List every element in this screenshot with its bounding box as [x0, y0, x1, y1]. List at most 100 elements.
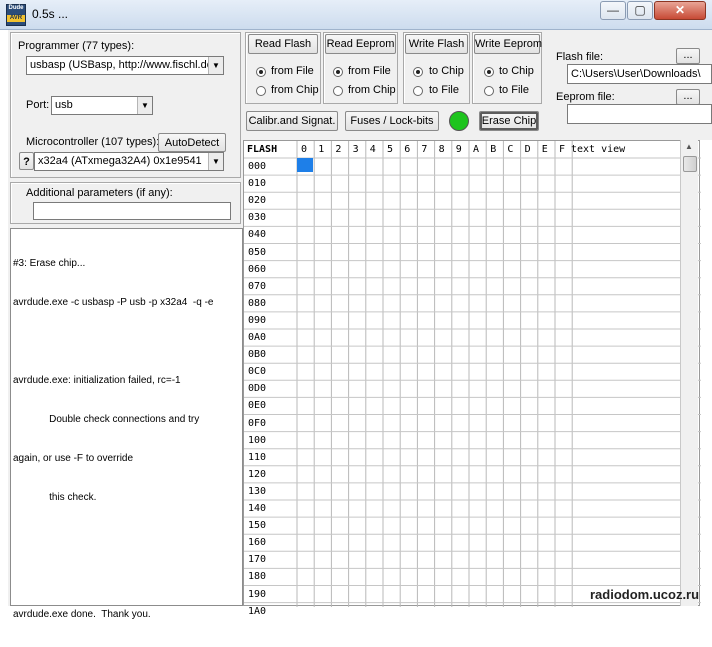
programmer-select[interactable]: usbasp (USBasp, http://www.fischl.de ▼ [26, 56, 224, 75]
erase-chip-button[interactable]: Erase Chip [479, 111, 539, 131]
log-line: avrdude.exe done. Thank you. [13, 609, 151, 620]
hex-row-header: 130 [248, 485, 267, 497]
write-flash-to-file-radio[interactable] [413, 86, 423, 96]
fuses-lockbits-button[interactable]: Fuses / Lock-bits [345, 111, 439, 131]
hex-row-header: 060 [248, 263, 267, 275]
write-eeprom-option-2: to File [499, 84, 529, 96]
log-line: #3: Erase chip... [13, 258, 86, 269]
port-label: Port: [26, 99, 50, 111]
hex-view[interactable]: FLASH 0123456789ABCDEF text view 000 010 0… [243, 140, 701, 617]
hex-row-header: 0A0 [248, 332, 267, 343]
write-flash-button[interactable]: Write Flash [405, 34, 468, 54]
write-flash-option-2: to File [429, 84, 459, 96]
calibration-signature-button[interactable]: Calibr.and Signat. [246, 111, 338, 131]
help-button[interactable]: ? [19, 152, 34, 170]
watermark-text: radiodom.ucoz.ru [590, 587, 700, 602]
write-eeprom-option-1: to Chip [499, 65, 534, 77]
hex-corner-label: FLASH [247, 144, 278, 155]
hex-row-header: 090 [248, 314, 267, 326]
hex-column-header: 4 [369, 144, 376, 155]
minimize-button[interactable]: — [600, 1, 626, 20]
maximize-button[interactable]: ▢ [627, 1, 653, 20]
hex-column-header: 2 [335, 144, 342, 155]
read-eeprom-option-2: from Chip [348, 84, 396, 96]
app-icon: Dude AVR [6, 4, 26, 26]
hex-row-header: 1A0 [248, 605, 267, 617]
hex-column-header: F [559, 144, 566, 155]
text-view-header: text view [571, 144, 626, 155]
vertical-scrollbar[interactable]: ▲ [680, 140, 698, 606]
hex-row-header: 100 [248, 434, 267, 446]
read-eeprom-button[interactable]: Read Eeprom [325, 34, 396, 54]
read-flash-from-file-radio[interactable] [256, 67, 266, 77]
hex-column-header: B [490, 144, 497, 155]
close-button[interactable]: ✕ [654, 1, 706, 20]
chevron-down-icon[interactable]: ▼ [208, 153, 223, 170]
write-eeprom-button[interactable]: Write Eeprom [474, 34, 542, 54]
flash-file-label: Flash file: [556, 51, 604, 63]
autodetect-button[interactable]: AutoDetect [158, 133, 226, 152]
hex-row-header: 080 [248, 297, 267, 309]
read-eeprom-from-chip-radio[interactable] [333, 86, 343, 96]
hex-row-header: 180 [248, 571, 267, 583]
hex-row-header: 110 [248, 451, 267, 463]
hex-row-header: 040 [248, 229, 267, 241]
additional-label: Additional parameters (if any): [26, 187, 173, 199]
hex-column-header: 8 [438, 144, 445, 155]
write-eeprom-to-chip-radio[interactable] [484, 67, 494, 77]
write-flash-to-chip-radio[interactable] [413, 67, 423, 77]
read-flash-from-chip-radio[interactable] [256, 86, 266, 96]
window-title: 0.5s ... [32, 7, 69, 21]
log-text: #3: Erase chip... avrdude.exe -c usbasp … [13, 231, 241, 647]
log-area[interactable]: #3: Erase chip... avrdude.exe -c usbasp … [10, 228, 243, 620]
hex-row-header: 000 [248, 161, 267, 172]
read-flash-option-1: from File [271, 65, 314, 77]
hex-row-header: 0B0 [248, 349, 267, 361]
log-line: avrdude.exe: initialization failed, rc=-… [13, 375, 181, 386]
chevron-down-icon[interactable]: ▼ [208, 57, 223, 74]
hex-column-header: 5 [387, 144, 394, 155]
scroll-up-icon[interactable]: ▲ [685, 142, 693, 151]
programmer-value: usbasp (USBasp, http://www.fischl.de [30, 59, 213, 71]
hex-row-header: 0E0 [248, 400, 267, 412]
left-panel: Programmer (77 types): usbasp (USBasp, h… [8, 30, 243, 620]
flash-file-input[interactable]: C:\Users\User\Downloads\ [567, 64, 712, 84]
write-eeprom-to-file-radio[interactable] [484, 86, 494, 96]
hex-row-header: 140 [248, 503, 267, 514]
hex-row-header: 0D0 [248, 383, 267, 395]
microcontroller-select[interactable]: x32a4 (ATxmega32A4) 0x1e9541 ▼ [34, 152, 224, 171]
hex-column-header: 1 [318, 144, 325, 155]
hex-column-header: A [473, 144, 480, 155]
log-line: this check. [13, 492, 97, 503]
hex-column-header: 3 [352, 144, 359, 155]
hex-grid-lines [244, 141, 701, 607]
log-line: avrdude.exe -c usbasp -P usb -p x32a4 -q… [13, 297, 214, 308]
title-bar: Dude AVR 0.5s ... — ▢ ✕ [0, 0, 712, 30]
additional-input[interactable] [33, 202, 231, 220]
hex-column-header: E [541, 144, 548, 155]
port-select[interactable]: usb ▼ [51, 96, 153, 115]
hex-selected-cell[interactable] [297, 158, 313, 172]
chevron-down-icon[interactable]: ▼ [137, 97, 152, 114]
eeprom-file-input[interactable] [567, 104, 712, 124]
write-flash-option-1: to Chip [429, 65, 464, 77]
hex-row-header: 170 [248, 554, 267, 566]
hex-column-header: 7 [421, 144, 428, 155]
hex-row-header: 070 [248, 280, 267, 292]
hex-row-header: 0F0 [248, 417, 267, 429]
hex-row-header: 0C0 [248, 366, 267, 378]
app-icon-bottom: AVR [7, 15, 25, 22]
hex-column-header: D [524, 144, 531, 155]
scroll-thumb[interactable] [683, 156, 697, 172]
hex-row-header: 050 [248, 246, 267, 258]
read-flash-button[interactable]: Read Flash [248, 34, 318, 54]
microcontroller-value: x32a4 (ATxmega32A4) 0x1e9541 [38, 155, 202, 167]
hex-row-header: 120 [248, 468, 267, 480]
flash-browse-button[interactable]: ... [676, 48, 700, 64]
log-line: Double check connections and try [13, 414, 200, 425]
microcontroller-label: Microcontroller (107 types): [26, 136, 160, 148]
eeprom-browse-button[interactable]: ... [676, 89, 700, 105]
read-eeprom-from-file-radio[interactable] [333, 67, 343, 77]
